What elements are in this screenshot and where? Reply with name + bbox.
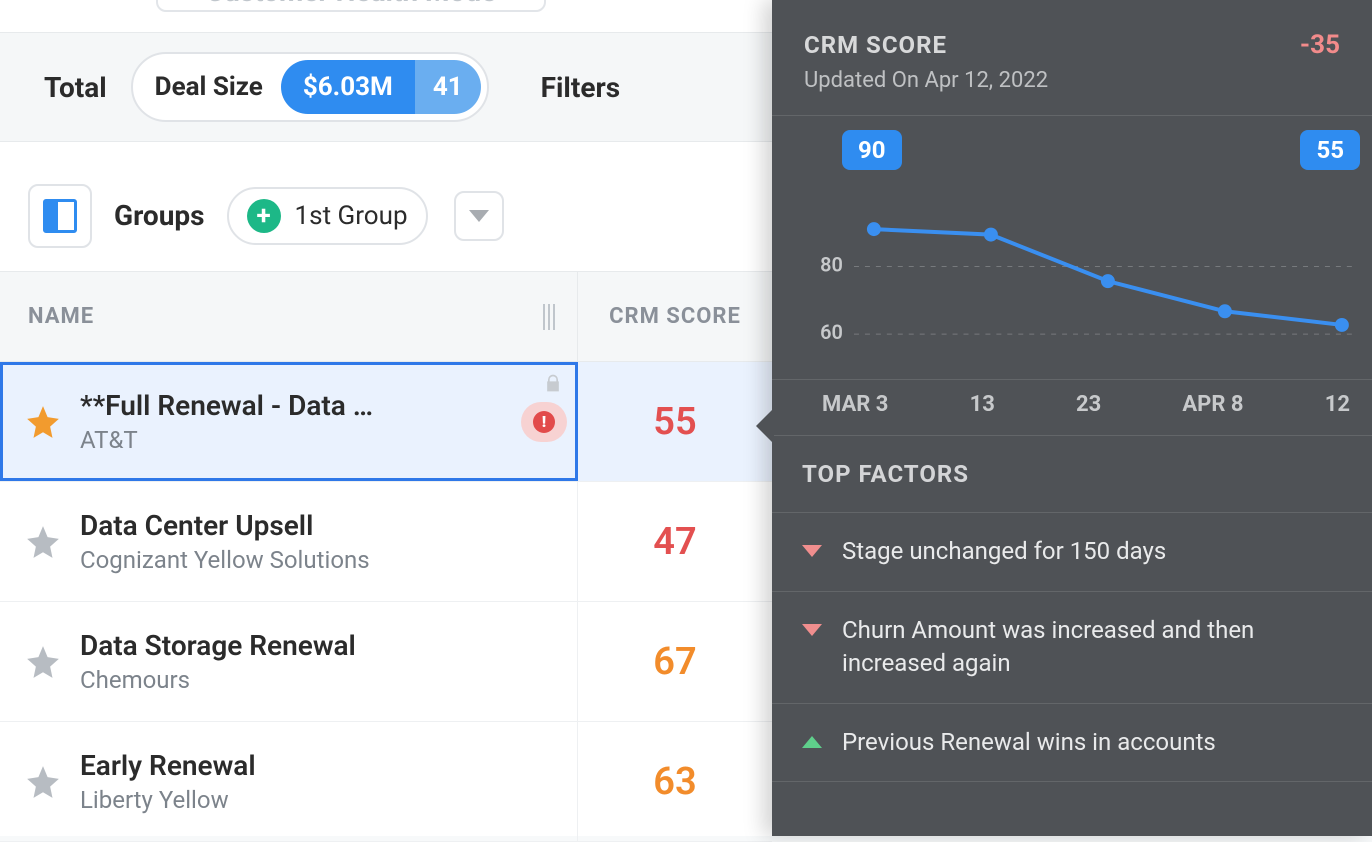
name-cell[interactable]: Data Storage Renewal Chemours [0, 602, 578, 721]
deal-info: **Full Renewal - Data … AT&T [80, 389, 373, 454]
xtick: 13 [970, 392, 995, 417]
group-dropdown-button[interactable] [454, 191, 504, 241]
column-header-name-text: NAME [28, 304, 94, 329]
account-name: Liberty Yellow [80, 786, 256, 814]
table-row[interactable]: Early Renewal Liberty Yellow 63 [0, 722, 772, 842]
factor-text: Previous Renewal wins in accounts [842, 726, 1216, 760]
deal-name: Data Storage Renewal [80, 629, 356, 662]
deal-info: Data Storage Renewal Chemours [80, 629, 356, 694]
left-pane: Customer Health Mode Total Deal Size $6.… [0, 0, 772, 836]
chart-point[interactable] [867, 222, 881, 236]
deal-size-amount: $6.03M [281, 60, 415, 114]
deal-name: **Full Renewal - Data … [80, 389, 373, 422]
table-row[interactable]: **Full Renewal - Data … AT&T ! 55 [0, 362, 772, 482]
crm-score-cell[interactable]: 47 [578, 482, 772, 601]
deal-info: Data Center Upsell Cognizant Yellow Solu… [80, 509, 370, 574]
popover-arrow [756, 408, 774, 444]
factor-row[interactable]: Churn Amount was increased and then incr… [772, 592, 1372, 704]
factor-text: Stage unchanged for 150 days [842, 535, 1166, 569]
score-delta: -35 [1300, 30, 1340, 60]
crm-score-popover: CRM SCORE -35 Updated On Apr 12, 2022 90… [772, 0, 1372, 836]
chart-point[interactable] [1101, 274, 1115, 288]
layout-toggle-button[interactable] [28, 184, 92, 248]
updated-on: Updated On Apr 12, 2022 [804, 68, 1340, 93]
name-cell[interactable]: Early Renewal Liberty Yellow [0, 722, 578, 841]
trend-down-icon [802, 545, 822, 557]
chart-point[interactable] [984, 228, 998, 242]
crm-score-cell[interactable]: 67 [578, 602, 772, 721]
table-body: **Full Renewal - Data … AT&T ! 55 Data C… [0, 362, 772, 842]
account-name: AT&T [80, 426, 373, 454]
column-header-crm-score[interactable]: CRM SCORE [578, 304, 772, 329]
layout-icon [43, 199, 77, 233]
deal-size-value-wrap: $6.03M 41 [281, 60, 481, 114]
mode-indicator: Customer Health Mode [156, 0, 546, 12]
ytick-80: 80 [820, 253, 843, 276]
deal-name: Early Renewal [80, 749, 256, 782]
popover-header: CRM SCORE -35 Updated On Apr 12, 2022 [772, 0, 1372, 116]
top-factors-header: TOP FACTORS [772, 436, 1372, 513]
chevron-down-icon [469, 210, 489, 222]
column-header-name[interactable]: NAME [0, 272, 578, 361]
ytick-60: 60 [820, 321, 843, 344]
first-group-label: 1st Group [295, 201, 408, 231]
table-row[interactable]: Data Storage Renewal Chemours 67 [0, 602, 772, 722]
name-cell[interactable]: Data Center Upsell Cognizant Yellow Solu… [0, 482, 578, 601]
star-icon[interactable] [24, 643, 62, 681]
add-group-pill[interactable]: + 1st Group [227, 187, 428, 245]
deal-count: 41 [415, 60, 481, 114]
crm-score-cell[interactable]: 55 [578, 362, 772, 481]
xtick: APR 8 [1182, 392, 1243, 417]
deal-name: Data Center Upsell [80, 509, 370, 542]
factor-text: Churn Amount was increased and then incr… [842, 614, 1342, 681]
groups-bar: Groups + 1st Group [0, 160, 772, 272]
line-chart: 80 60 [812, 142, 1354, 373]
groups-label: Groups [114, 199, 205, 232]
factor-row[interactable]: Previous Renewal wins in accounts [772, 704, 1372, 783]
chart-start-badge: 90 [842, 130, 902, 170]
popover-title: CRM SCORE [804, 31, 947, 59]
plus-icon: + [247, 199, 281, 233]
deal-size-pill[interactable]: Deal Size $6.03M 41 [131, 52, 489, 122]
alert-icon: ! [533, 411, 555, 433]
star-icon[interactable] [24, 403, 62, 441]
factor-row[interactable]: Stage unchanged for 150 days [772, 513, 1372, 592]
star-icon[interactable] [24, 763, 62, 801]
chart-end-badge: 55 [1300, 130, 1360, 170]
alert-badge[interactable]: ! [521, 402, 567, 442]
xtick: 23 [1076, 392, 1101, 417]
chart-point[interactable] [1335, 318, 1349, 332]
chart-area: 90 55 80 60 [772, 116, 1372, 380]
lock-icon [543, 372, 563, 398]
chart-point[interactable] [1218, 304, 1232, 318]
table-row[interactable]: Data Center Upsell Cognizant Yellow Solu… [0, 482, 772, 602]
summary-bar: Total Deal Size $6.03M 41 Filters [0, 32, 772, 142]
name-cell[interactable]: **Full Renewal - Data … AT&T ! [0, 362, 578, 481]
column-resize-handle[interactable] [543, 304, 557, 330]
table-header: NAME CRM SCORE [0, 272, 772, 362]
crm-score-cell[interactable]: 63 [578, 722, 772, 841]
total-label: Total [44, 71, 107, 104]
factors-list: Stage unchanged for 150 days Churn Amoun… [772, 513, 1372, 782]
account-name: Chemours [80, 666, 356, 694]
deal-size-label: Deal Size [155, 72, 263, 102]
xtick: 12 [1325, 392, 1350, 417]
star-icon[interactable] [24, 523, 62, 561]
account-name: Cognizant Yellow Solutions [80, 546, 370, 574]
trend-down-icon [802, 624, 822, 636]
chart-x-axis: MAR 3 13 23 APR 8 12 [772, 380, 1372, 436]
xtick: MAR 3 [822, 392, 888, 417]
deal-info: Early Renewal Liberty Yellow [80, 749, 256, 814]
trend-up-icon [802, 736, 822, 748]
filters-label[interactable]: Filters [541, 71, 620, 104]
